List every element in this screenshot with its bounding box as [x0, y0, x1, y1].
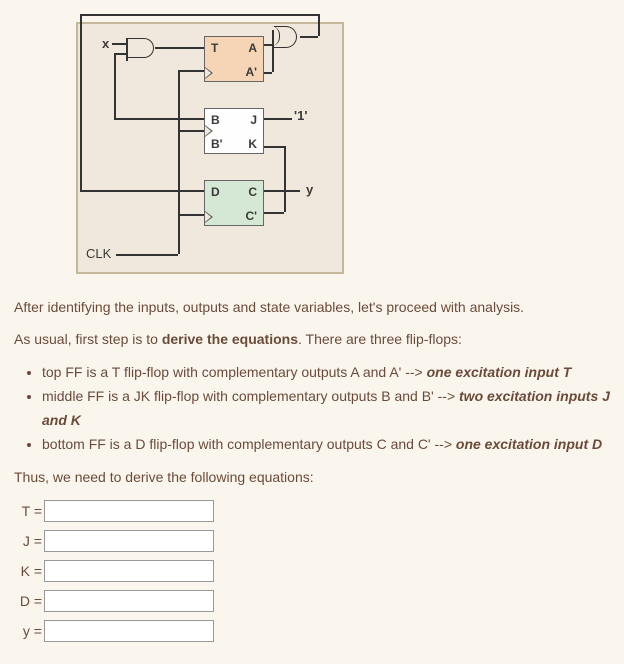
- diagram-box: x T A A' B J B' K '1': [76, 22, 344, 274]
- equation-row-k: K =: [14, 560, 610, 582]
- const-one: '1': [294, 108, 307, 123]
- eq-label-d: D =: [14, 593, 42, 609]
- bullet-text: middle FF is a JK flip-flop with complem…: [42, 388, 459, 404]
- d-flipflop: D C C': [204, 180, 264, 226]
- equation-row-t: T =: [14, 500, 610, 522]
- jk-bcomp: B': [211, 137, 223, 151]
- d-out-c: C: [248, 185, 257, 199]
- step-suffix: . There are three flip-flops:: [298, 331, 462, 347]
- bullet-em: one excitation input T: [427, 364, 572, 380]
- eq-label-y: y =: [14, 623, 42, 639]
- t-input[interactable]: [44, 500, 214, 522]
- eq-label-j: J =: [14, 533, 42, 549]
- step-prefix: As usual, first step is to: [14, 331, 162, 347]
- jk-j: J: [250, 113, 257, 127]
- content-body: After identifying the inputs, outputs an…: [14, 298, 610, 642]
- equation-row-y: y =: [14, 620, 610, 642]
- t-out-acomp: A': [245, 65, 257, 79]
- t-in: T: [211, 41, 218, 55]
- intro-paragraph: After identifying the inputs, outputs an…: [14, 298, 610, 318]
- d-input[interactable]: [44, 590, 214, 612]
- jk-k: K: [248, 137, 257, 151]
- bullet-text: top FF is a T flip-flop with complementa…: [42, 364, 427, 380]
- t-flipflop: T A A': [204, 36, 264, 82]
- eq-label-t: T =: [14, 503, 42, 519]
- d-out-ccomp: C': [245, 209, 257, 223]
- ff-list: top FF is a T flip-flop with complementa…: [14, 361, 610, 456]
- circuit-diagram: x T A A' B J B' K '1': [76, 22, 610, 274]
- j-input[interactable]: [44, 530, 214, 552]
- step-bold: derive the equations: [162, 331, 298, 347]
- step-paragraph: As usual, first step is to derive the eq…: [14, 330, 610, 350]
- bullet-text: bottom FF is a D flip-flop with compleme…: [42, 436, 456, 452]
- k-input[interactable]: [44, 560, 214, 582]
- jk-flipflop: B J B' K: [204, 108, 264, 154]
- input-x-label: x: [102, 36, 109, 51]
- equation-row-d: D =: [14, 590, 610, 612]
- list-item: top FF is a T flip-flop with complementa…: [42, 361, 610, 385]
- d-in: D: [211, 185, 220, 199]
- and-gate: [126, 38, 154, 58]
- output-y-label: y: [306, 182, 313, 197]
- equation-row-j: J =: [14, 530, 610, 552]
- list-item: middle FF is a JK flip-flop with complem…: [42, 385, 610, 433]
- or-gate: [274, 26, 300, 46]
- eq-label-k: K =: [14, 563, 42, 579]
- thus-paragraph: Thus, we need to derive the following eq…: [14, 468, 610, 488]
- bullet-em: one excitation input D: [456, 436, 602, 452]
- y-input[interactable]: [44, 620, 214, 642]
- t-out-a: A: [248, 41, 257, 55]
- list-item: bottom FF is a D flip-flop with compleme…: [42, 433, 610, 457]
- clk-label: CLK: [86, 246, 111, 261]
